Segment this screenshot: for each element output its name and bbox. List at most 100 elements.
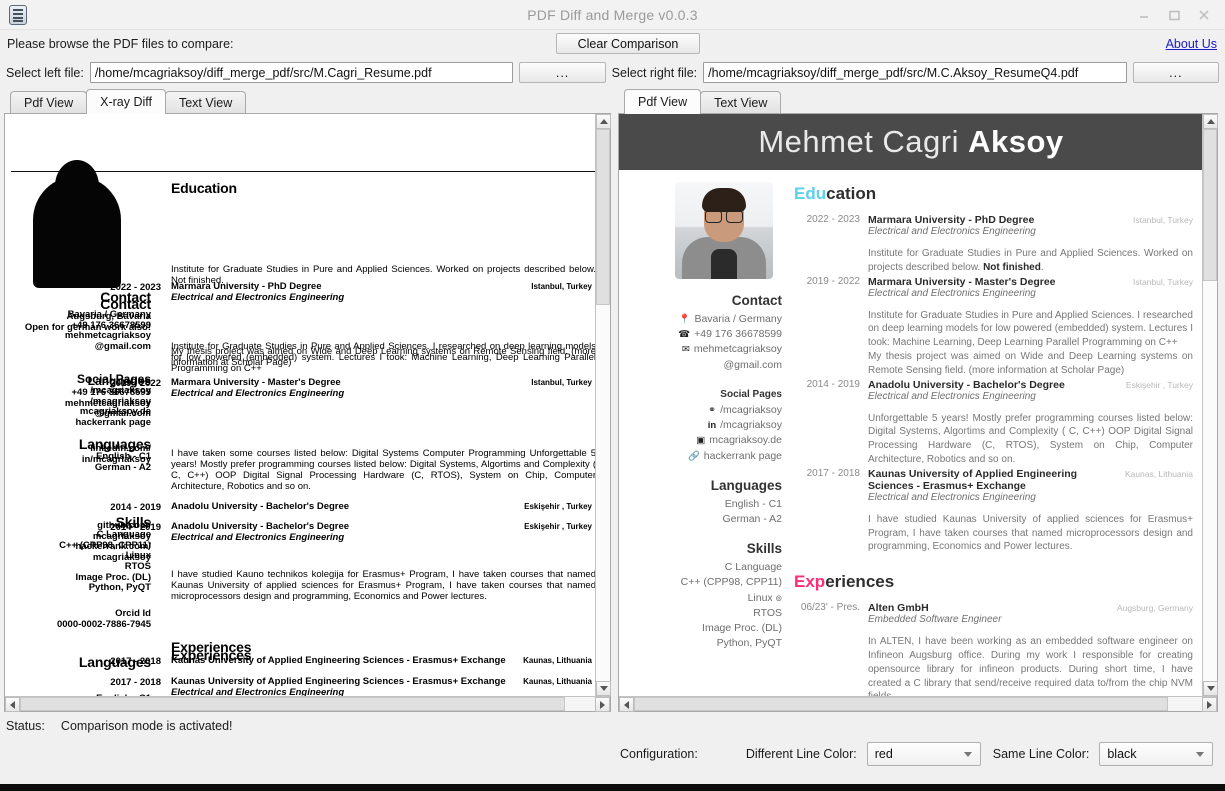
same-line-color-label: Same Line Color:: [992, 747, 1090, 761]
different-line-color-label: Different Line Color:: [745, 747, 857, 761]
xray-row-loc: Eskişehir , Turkey: [524, 501, 592, 511]
right-vscroll-track[interactable]: [1203, 129, 1217, 681]
left-file-path-input[interactable]: [89, 62, 514, 83]
scroll-up-icon[interactable]: [596, 114, 611, 129]
about-us-link[interactable]: About Us: [1166, 37, 1217, 51]
xray-body-text: Institute for Graduate Studies in Pure a…: [171, 264, 595, 287]
scroll-down-icon[interactable]: [1203, 681, 1218, 696]
different-line-color-select[interactable]: red: [866, 742, 981, 766]
xray-languages-heading: Languages: [87, 374, 151, 388]
right-vscroll-thumb[interactable]: [1203, 129, 1217, 281]
tab-left-text-view[interactable]: Text View: [164, 91, 247, 113]
entry-location: Augsburg, Germany: [1116, 603, 1193, 614]
skill-item: RTOS: [753, 606, 782, 619]
application-window: PDF Diff and Merge v0.0.3 Please browse …: [0, 0, 1225, 791]
left-hscroll-thumb[interactable]: [20, 697, 565, 711]
xray-row-sub: Electrical and Electronics Engineering: [171, 531, 345, 543]
contact-email-line2: @gmail.com: [723, 358, 782, 371]
envelope-icon: ✉: [681, 344, 690, 356]
close-icon[interactable]: [1197, 8, 1213, 22]
experiences-heading-rest: eriences: [825, 572, 895, 592]
left-vscroll-track[interactable]: [596, 129, 610, 681]
scroll-right-icon[interactable]: [595, 697, 610, 712]
entry-date: 2014 - 2019: [806, 378, 860, 390]
entry-location: Eskişehir , Turkey: [1125, 379, 1193, 390]
status-bar: Status: Comparison mode is activated!: [0, 712, 1225, 739]
left-hscroll-track[interactable]: [20, 697, 595, 711]
same-line-color-select[interactable]: black: [1099, 742, 1214, 766]
tab-right-pdf-view[interactable]: Pdf View: [624, 89, 702, 114]
right-hscroll-track[interactable]: [634, 697, 1202, 711]
github-icon: ⚭: [708, 404, 717, 416]
experiences-heading-accent: Exp: [794, 572, 826, 592]
linkedin-icon: in: [707, 420, 717, 432]
left-horizontal-scrollbar[interactable]: [5, 696, 610, 712]
minimize-icon[interactable]: [1137, 8, 1153, 22]
right-hscroll-thumb[interactable]: [634, 697, 1168, 711]
scroll-down-icon[interactable]: [596, 681, 611, 696]
xray-left-line: in/mcagriaksoy: [81, 453, 151, 465]
language-item: German - A2: [722, 512, 782, 525]
left-file-browse-button[interactable]: ...: [519, 62, 606, 83]
entry-date: 2019 - 2022: [806, 275, 860, 287]
scroll-left-icon[interactable]: [619, 697, 634, 712]
education-entry: 2019 - 2022 Marmara University - Master'…: [794, 276, 1193, 378]
tab-left-pdf-view[interactable]: Pdf View: [10, 91, 88, 113]
contact-location: Bavaria / Germany: [694, 313, 782, 325]
maximize-icon[interactable]: [1167, 8, 1183, 22]
entry-body: Institute for Graduate Studies in Pure a…: [868, 247, 1193, 275]
right-horizontal-scrollbar[interactable]: [619, 696, 1217, 712]
social-row-link: 🔗 hackerrank page: [619, 449, 782, 464]
left-vscroll-thumb[interactable]: [596, 129, 610, 305]
contact-location-row: 📍 Bavaria / Germany: [619, 312, 782, 327]
tab-left-xray-diff[interactable]: X-ray Diff: [86, 89, 166, 114]
contact-phone: +49 176 36678599: [694, 328, 782, 341]
left-viewport: Education 2022 - 2023 Marmara University…: [4, 113, 611, 712]
entry-subtitle: Electrical and Electronics Engineering: [868, 491, 1036, 503]
select-left-file-label: Select left file:: [6, 65, 84, 80]
xray-left-line: English - C1: [11, 693, 151, 696]
file-selection-row: Select left file: ... Select right file:…: [0, 57, 1225, 88]
comparison-split: Pdf View X-ray Diff Text View Education …: [0, 88, 1225, 712]
right-viewport: Mehmet Cagri Aksoy Contact 📍 Bavaria / G…: [618, 113, 1218, 712]
entry-subtitle: Electrical and Electronics Engineering: [868, 390, 1036, 402]
skill-item: Python, PyQT: [716, 637, 782, 650]
pdf-document-icon: [9, 4, 27, 25]
right-file-path-input[interactable]: [703, 62, 1127, 83]
scroll-right-icon[interactable]: [1202, 697, 1217, 712]
xray-left-line: Open for german work also!: [24, 321, 151, 333]
xray-left-line: 0000-0002-7886-7945: [56, 618, 151, 630]
pdf-render-canvas[interactable]: Mehmet Cagri Aksoy Contact 📍 Bavaria / G…: [619, 114, 1202, 696]
skill-item: Image Proc. (DL): [702, 622, 782, 635]
phone-icon: ☎: [678, 329, 691, 341]
social-rss-label: mcagriaksoy.de: [709, 434, 782, 447]
different-line-color-value: red: [874, 746, 893, 761]
scroll-up-icon[interactable]: [1203, 114, 1218, 129]
xray-experiences-heading-dup: Experiences: [171, 647, 252, 663]
rss-icon: ▣: [696, 435, 706, 447]
left-tab-strip: Pdf View X-ray Diff Text View: [4, 88, 611, 114]
experience-entry: 06/23' - Pres. Alten GmbH Embedded Softw…: [794, 602, 1193, 696]
left-vertical-scrollbar[interactable]: [595, 114, 611, 696]
scroll-left-icon[interactable]: [5, 697, 20, 712]
entry-body-2: My thesis project was aimed on Wide and …: [868, 350, 1193, 376]
configuration-label: Configuration:: [620, 747, 698, 761]
contact-heading: Contact: [731, 293, 782, 308]
configuration-bar: Configuration: Different Line Color: red…: [0, 739, 1225, 769]
clear-comparison-button[interactable]: Clear Comparison: [556, 33, 700, 54]
social-pages-heading: Social Pages: [720, 388, 782, 400]
window-controls: [1137, 8, 1225, 22]
tab-right-text-view[interactable]: Text View: [700, 91, 782, 113]
xray-row-sub: Electrical and Electronics Engineering: [171, 686, 345, 696]
entry-body-bold: Not finished: [983, 261, 1041, 273]
os-taskbar[interactable]: [0, 784, 1225, 791]
glasses-icon: [705, 210, 743, 223]
resume-main-column: Education 2022 - 2023 Marmara University…: [794, 180, 1202, 696]
xray-diff-canvas[interactable]: Education 2022 - 2023 Marmara University…: [5, 114, 595, 696]
right-file-browse-button[interactable]: ...: [1132, 62, 1219, 83]
browse-row: Please browse the PDF files to compare: …: [0, 30, 1225, 57]
contact-email-row: ✉ mehmetcagriaksoy: [619, 342, 782, 357]
right-vertical-scrollbar[interactable]: [1202, 114, 1218, 696]
xray-left-line: Python, PyQT: [88, 582, 151, 594]
contact-email-line1: mehmetcagriaksoy: [693, 343, 782, 356]
